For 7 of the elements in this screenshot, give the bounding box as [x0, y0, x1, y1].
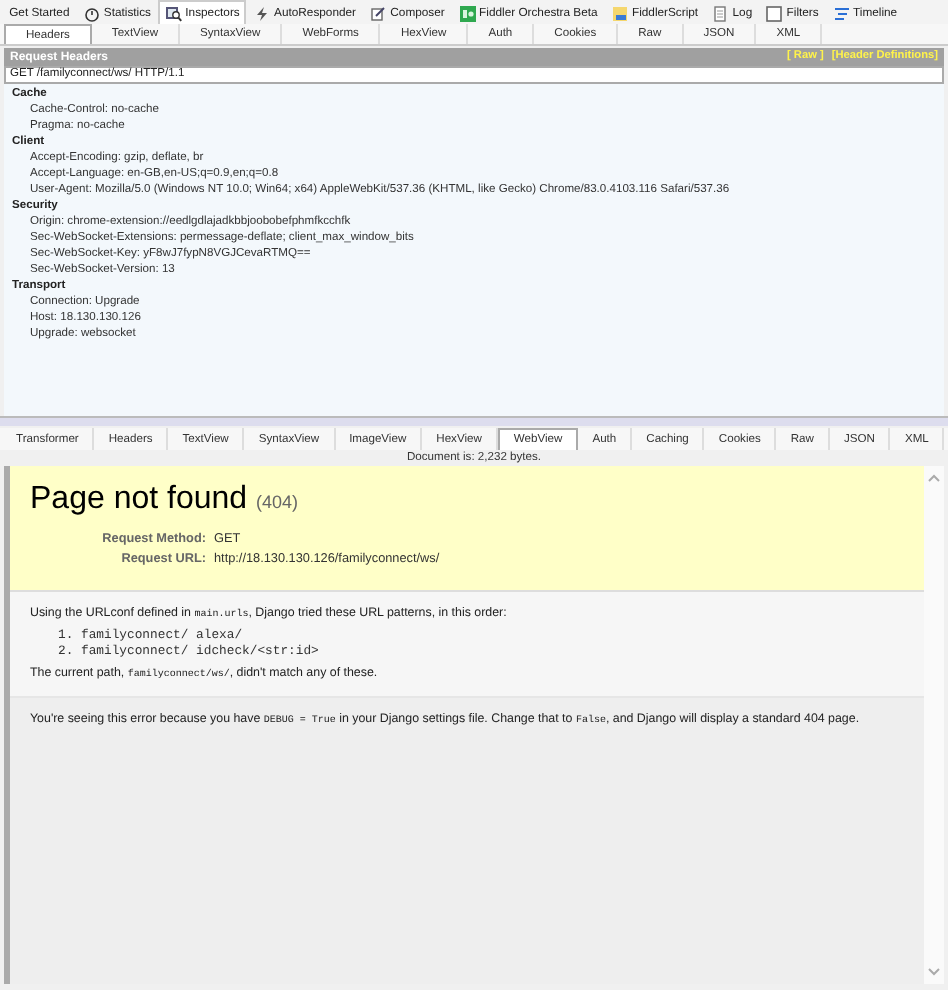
timeline-icon — [833, 5, 850, 21]
page-title: Page not found (404) — [30, 482, 301, 518]
scroll-down-icon[interactable] — [928, 968, 940, 976]
scroll-up-icon[interactable] — [928, 474, 940, 482]
stopwatch-icon — [83, 5, 100, 21]
app-logo-icon — [459, 5, 476, 21]
script-icon — [612, 5, 628, 21]
